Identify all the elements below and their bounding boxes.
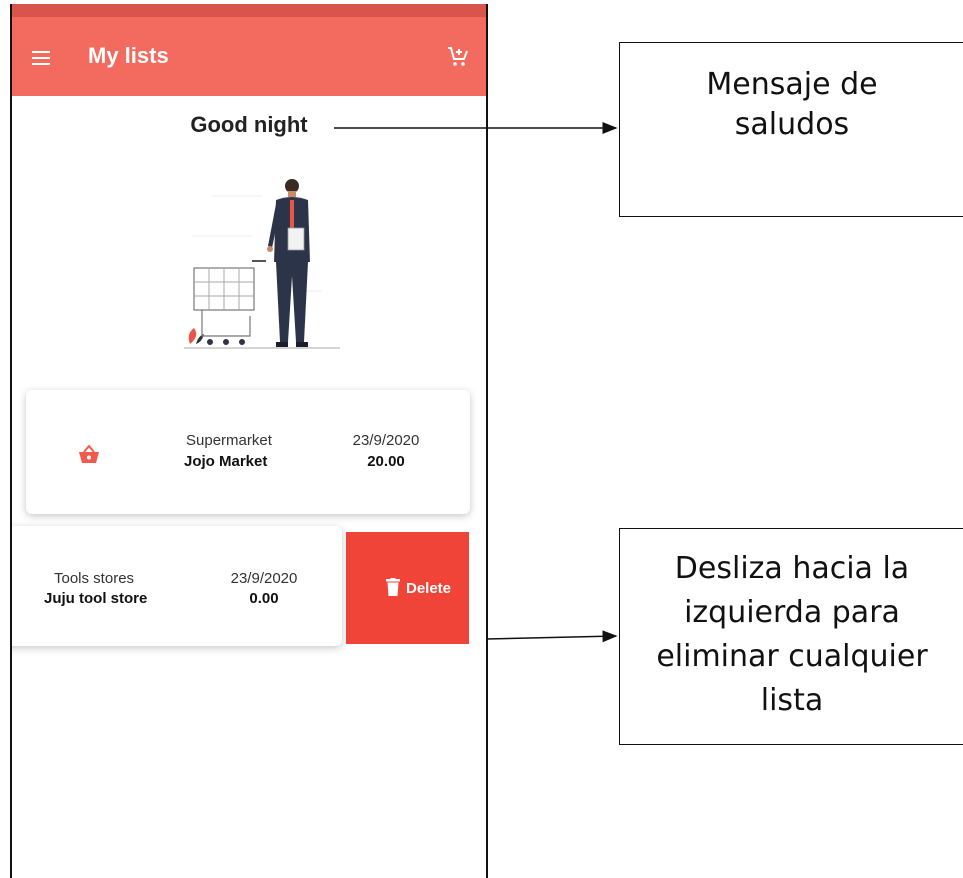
annotated-screenshot: My lists Good night Supermarket Jojo Mar…: [0, 0, 963, 878]
list-amount: 0.00: [249, 590, 279, 607]
list-date: 23/9/2020: [230, 570, 298, 587]
callout-line: izquierda para: [684, 595, 900, 630]
trash-icon: [386, 578, 400, 596]
callout-line: Desliza hacia la: [674, 551, 910, 586]
page-title: My lists: [88, 43, 169, 68]
arrow-swipe-hint: [485, 630, 618, 643]
list-name: Jojo Market: [184, 453, 268, 470]
app-bar: My lists: [12, 17, 486, 96]
list-category: Tools stores: [54, 570, 135, 587]
delete-button[interactable]: Delete: [346, 532, 469, 644]
add-shopping-cart-icon[interactable]: [446, 45, 470, 69]
callout-line: saludos: [734, 107, 850, 142]
callout-swipe-hint: Desliza hacia la izquierda para eliminar…: [619, 528, 963, 745]
list-name: Juju tool store: [44, 590, 148, 607]
list-date: 23/9/2020: [352, 432, 420, 449]
callout-text: Desliza hacia la izquierda para eliminar…: [620, 547, 963, 723]
menu-icon[interactable]: [32, 51, 50, 65]
person-with-shopping-cart-illustration: [184, 179, 340, 349]
callout-greeting-message: Mensaje de saludos: [619, 42, 963, 217]
list-item[interactable]: Supermarket Jojo Market 23/9/2020 20.00: [26, 390, 470, 514]
greeting-message: Good night: [190, 112, 308, 137]
callout-line: eliminar cualquier: [656, 639, 928, 674]
callout-line: Mensaje de: [706, 67, 878, 102]
delete-label: Delete: [406, 580, 452, 597]
status-bar: [12, 4, 486, 17]
list-item[interactable]: Tools stores Juju tool store 23/9/2020 0…: [12, 526, 342, 646]
list-category: Supermarket: [186, 432, 272, 449]
shopping-basket-icon: [79, 444, 99, 463]
phone-screen: My lists Good night Supermarket Jojo Mar…: [10, 4, 488, 878]
list-amount: 20.00: [367, 453, 405, 470]
callout-text: Mensaje de saludos: [620, 65, 963, 145]
callout-line: lista: [760, 683, 824, 718]
